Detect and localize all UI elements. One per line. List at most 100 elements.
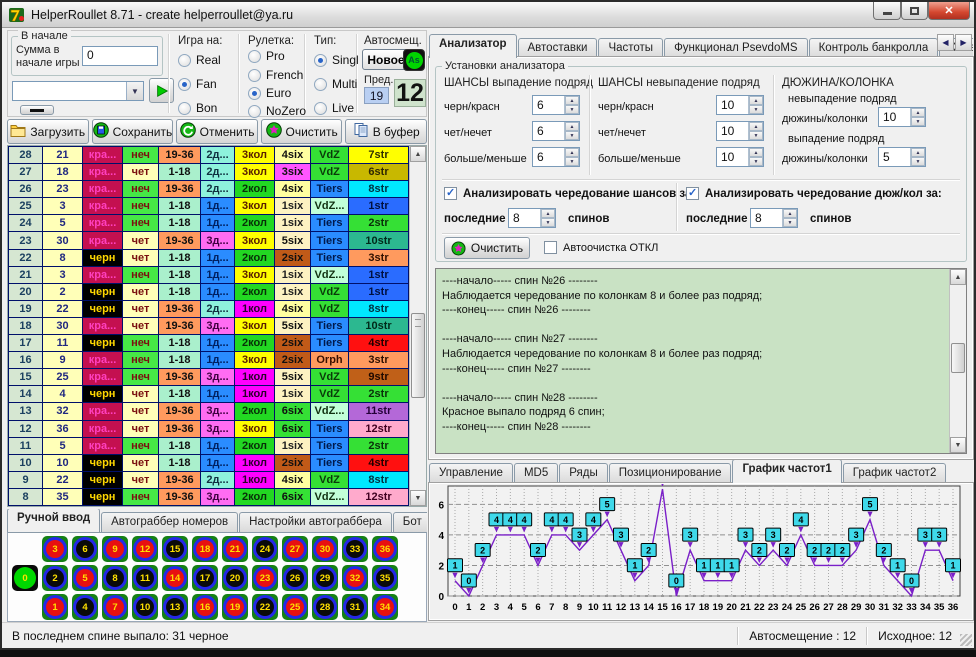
num-button-22[interactable]: 22	[252, 594, 278, 620]
as-button[interactable]: As	[403, 49, 425, 71]
spinner-down-icon[interactable]: ▼	[565, 131, 579, 140]
num-button-16[interactable]: 16	[192, 594, 218, 620]
radio-euro[interactable]: Euro	[248, 86, 291, 100]
num-button-29[interactable]: 29	[312, 565, 338, 591]
table-row[interactable]: 1830кра...чет19-363д...3кол5sixTiers10st…	[9, 318, 409, 335]
tab-позиционирование[interactable]: Позиционирование	[609, 463, 732, 483]
spinner-down-icon[interactable]: ▼	[565, 105, 579, 114]
num-button-20[interactable]: 20	[222, 565, 248, 591]
num-button-26[interactable]: 26	[282, 565, 308, 591]
autoclear-checkbox[interactable]	[544, 241, 557, 254]
num-button-23[interactable]: 23	[252, 565, 278, 591]
spinner-down-icon[interactable]: ▼	[749, 105, 763, 114]
spinner-up-icon[interactable]: ▲	[749, 122, 763, 131]
toolbar-button-загрузить[interactable]: Загрузить	[7, 119, 89, 144]
table-row[interactable]: 2821кра...неч19-362д...3кол4sixVdZ7str	[9, 147, 409, 164]
hit-black-red-spinner[interactable]: 6▲▼	[532, 95, 580, 115]
table-scroll-track[interactable]	[410, 162, 426, 490]
num-button-35[interactable]: 35	[372, 565, 398, 591]
table-row[interactable]: 245кра...неч1-181д...2кол1sixTiers2str	[9, 215, 409, 232]
table-row[interactable]: 2623кра...неч19-362д...2кол4sixTiers8str	[9, 181, 409, 198]
num-button-8[interactable]: 8	[102, 565, 128, 591]
radio-live[interactable]: Live	[314, 101, 354, 115]
table-row[interactable]: 228чернчет1-181д...2кол2sixTiers3str	[9, 250, 409, 267]
num-button-17[interactable]: 17	[192, 565, 218, 591]
num-button-15[interactable]: 15	[162, 536, 188, 562]
clear-log-button[interactable]: Очистить	[444, 237, 530, 259]
table-row[interactable]: 1236кра...чет19-363д...3кол6sixTiers12st…	[9, 421, 409, 438]
radio-french[interactable]: French	[248, 68, 303, 82]
table-row[interactable]: 922чернчет19-362д...1кол4sixVdZ8str	[9, 472, 409, 489]
log-scroll-up-icon[interactable]: ▲	[950, 269, 966, 285]
dozen-spins-spinner[interactable]: 8▲▼	[750, 208, 798, 228]
radio-fan[interactable]: Fan	[178, 77, 217, 91]
num-button-14[interactable]: 14	[162, 565, 188, 591]
chevron-down-icon[interactable]: ▼	[126, 82, 143, 100]
table-row[interactable]: 1332кра...чет19-363д...2кол6sixVdZ...11s…	[9, 403, 409, 420]
num-button-1[interactable]: 1	[42, 594, 68, 620]
table-scroll-thumb[interactable]	[411, 313, 425, 398]
chances-spins-spinner[interactable]: 8▲▼	[508, 208, 556, 228]
num-button-13[interactable]: 13	[162, 594, 188, 620]
radio-multi[interactable]: Multi	[314, 77, 357, 91]
num-button-7[interactable]: 7	[102, 594, 128, 620]
toolbar-button-очистить[interactable]: Очистить	[261, 119, 343, 144]
dozen-hit-spinner[interactable]: 5▲▼	[878, 147, 926, 167]
tab-функционал-psevdoms[interactable]: Функционал PsevdoMS	[664, 38, 808, 58]
num-button-32[interactable]: 32	[342, 565, 368, 591]
table-row[interactable]: 1010чернчет1-181д...1кол2sixTiers4str	[9, 455, 409, 472]
spinner-up-icon[interactable]: ▲	[565, 122, 579, 131]
tab-настройки-автограббера[interactable]: Настройки автограббера	[239, 512, 392, 532]
radio-bon[interactable]: Bon	[178, 101, 217, 115]
spinner-up-icon[interactable]: ▲	[565, 96, 579, 105]
num-button-33[interactable]: 33	[342, 536, 368, 562]
analyze-chances-checkbox[interactable]	[444, 187, 457, 200]
table-row[interactable]: 169кра...неч1-181д...3кол2sixOrph3str	[9, 352, 409, 369]
num-button-9[interactable]: 9	[102, 536, 128, 562]
spinner-down-icon[interactable]: ▼	[565, 157, 579, 166]
spinner-down-icon[interactable]: ▼	[911, 117, 925, 126]
num-button-4[interactable]: 4	[72, 594, 98, 620]
table-row[interactable]: 202чернчет1-181д...2кол1sixVdZ1str	[9, 284, 409, 301]
spinner-up-icon[interactable]: ▲	[749, 96, 763, 105]
tab-график-частот1[interactable]: График частот1	[732, 460, 841, 483]
radio-singl[interactable]: Singl	[314, 53, 359, 67]
maximize-button[interactable]	[901, 2, 928, 20]
play-button[interactable]	[149, 78, 174, 103]
table-row[interactable]: 1922чернчет19-362д...1кол4sixVdZ8str	[9, 301, 409, 318]
radio-nozero[interactable]: NoZero	[248, 104, 306, 118]
num-button-18[interactable]: 18	[192, 536, 218, 562]
spinner-up-icon[interactable]: ▲	[911, 108, 925, 117]
spinner-down-icon[interactable]: ▼	[749, 131, 763, 140]
num-button-2[interactable]: 2	[42, 565, 68, 591]
tab-частоты[interactable]: Частоты	[598, 38, 663, 58]
history-combobox[interactable]: ▼	[12, 81, 144, 101]
num-button-27[interactable]: 27	[282, 536, 308, 562]
tab-scroll-right-icon[interactable]: ▶	[955, 34, 972, 51]
spinner-up-icon[interactable]: ▲	[783, 209, 797, 218]
miss-black-red-spinner[interactable]: 10▲▼	[716, 95, 764, 115]
num-button-24[interactable]: 24	[252, 536, 278, 562]
radio-pro[interactable]: Pro	[248, 49, 285, 63]
tab-ручной-ввод[interactable]: Ручной ввод	[7, 509, 100, 532]
radio-real[interactable]: Real	[178, 53, 221, 67]
num-button-19[interactable]: 19	[222, 594, 248, 620]
scroll-down-icon[interactable]: ▼	[410, 490, 426, 506]
close-button[interactable]: ✕	[928, 2, 970, 20]
log-scroll-thumb[interactable]	[951, 343, 965, 373]
tab-ряды[interactable]: Ряды	[559, 463, 608, 483]
miss-high-low-spinner[interactable]: 10▲▼	[716, 147, 764, 167]
tab-анализатор[interactable]: Анализатор	[429, 34, 517, 58]
num-button-0[interactable]: 0	[12, 565, 38, 591]
resize-grip[interactable]	[960, 634, 972, 646]
table-row[interactable]: 115кра...неч1-181д...2кол1sixTiers2str	[9, 438, 409, 455]
collapse-button[interactable]	[20, 105, 54, 115]
table-row[interactable]: 835черннеч19-363д...2кол6sixVdZ...12str	[9, 489, 409, 506]
spinner-up-icon[interactable]: ▲	[541, 209, 555, 218]
tab-график-частот2[interactable]: График частот2	[843, 463, 947, 483]
tab-md5[interactable]: MD5	[514, 463, 558, 483]
scroll-up-icon[interactable]: ▲	[410, 146, 426, 162]
toolbar-button-отменить[interactable]: Отменить	[176, 119, 258, 144]
num-button-3[interactable]: 3	[42, 536, 68, 562]
spinner-down-icon[interactable]: ▼	[783, 218, 797, 227]
